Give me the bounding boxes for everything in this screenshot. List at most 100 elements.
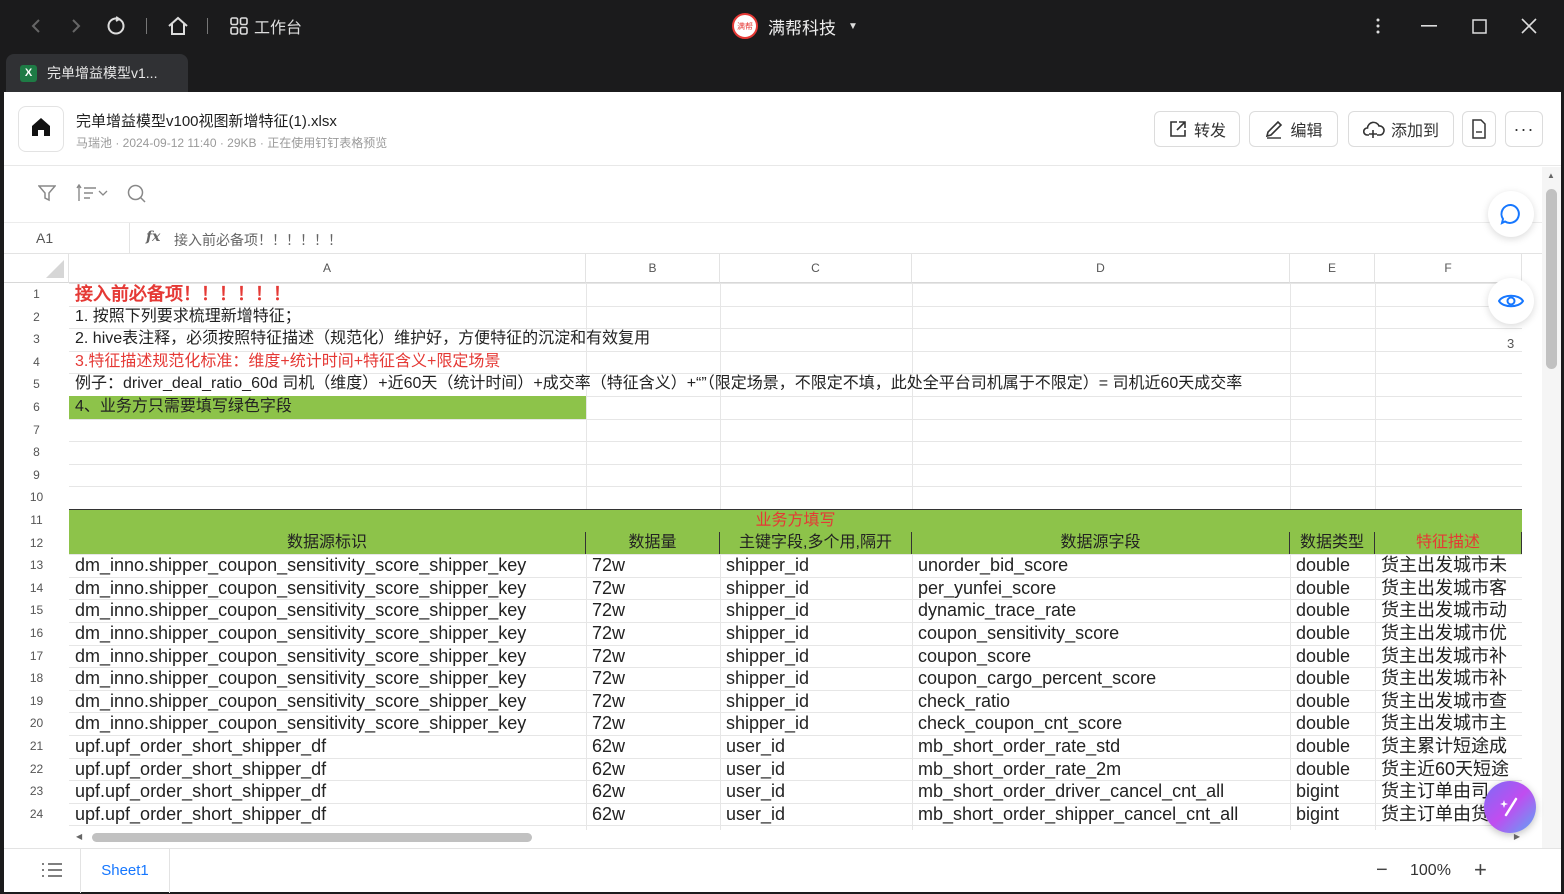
table-cell[interactable]: dm_inno.shipper_coupon_sensitivity_score… (69, 712, 586, 735)
table-cell[interactable]: double (1290, 577, 1375, 600)
filter-icon[interactable] (37, 184, 57, 207)
workbench-button[interactable]: 工作台 (230, 14, 320, 38)
table-cell[interactable]: double (1290, 667, 1375, 690)
row-header[interactable]: 6 (4, 396, 69, 419)
note-line-green[interactable]: 4、业务方只需要填写绿色字段 (69, 396, 586, 419)
search-icon[interactable] (127, 184, 147, 209)
table-cell[interactable]: user_id (720, 735, 912, 758)
table-cell[interactable]: coupon_cargo_percent_score (912, 667, 1290, 690)
table-cell[interactable]: dm_inno.shipper_coupon_sensitivity_score… (69, 690, 586, 713)
note-line[interactable]: 3.特征描述规范化标准：维度+统计时间+特征含义+限定场景 (69, 351, 1522, 374)
row-header[interactable]: 25 (4, 825, 69, 830)
spreadsheet-grid[interactable]: A B C D E F 1 2 3 4 5 6 7 8 9 10 11 12 13 14 15 16 17 18 19 20 21 2… (4, 254, 1522, 830)
table-cell[interactable]: shipper_id (720, 645, 912, 668)
back-icon[interactable] (24, 14, 48, 38)
table-cell[interactable]: 62w (586, 803, 720, 826)
table-header[interactable]: 特征描述 (1375, 531, 1522, 555)
table-cell[interactable]: upf.upf_order_short_shipper_df (69, 735, 586, 758)
table-cell[interactable]: shipper_id (720, 577, 912, 600)
maximize-icon[interactable] (1468, 14, 1490, 38)
table-cell[interactable]: 62w (586, 780, 720, 803)
select-all-corner[interactable] (4, 254, 69, 283)
table-cell[interactable]: mb_short_order_driver_cancel_cnt_all (912, 780, 1290, 803)
row-header[interactable]: 14 (4, 577, 69, 600)
row-header[interactable]: 11 (4, 509, 69, 532)
cell-reference[interactable]: A1 (36, 230, 53, 246)
table-cell[interactable]: 货主出发城市优 (1375, 622, 1522, 645)
table-header[interactable]: 数据类型 (1290, 531, 1375, 555)
table-cell[interactable]: dm_inno.shipper_coupon_sensitivity_score… (69, 577, 586, 600)
table-cell[interactable]: 72w (586, 599, 720, 622)
row-header[interactable]: 1 (4, 283, 69, 306)
table-cell[interactable]: shipper_id (720, 622, 912, 645)
table-cell[interactable]: unorder_bid_score (912, 554, 1290, 577)
row-header[interactable]: 23 (4, 780, 69, 803)
table-cell[interactable]: 72w (586, 577, 720, 600)
table-cell[interactable]: dm_inno.shipper_coupon_sensitivity_score… (69, 554, 586, 577)
table-cell[interactable]: 货主出发城市客 (1375, 577, 1522, 600)
table-cell[interactable]: 62w (586, 758, 720, 781)
sort-icon[interactable] (76, 184, 108, 202)
table-cell[interactable]: shipper_id (720, 599, 912, 622)
scroll-right-icon[interactable]: ▶ (1514, 832, 1520, 841)
row-header[interactable]: 2 (4, 306, 69, 329)
row-header[interactable]: 19 (4, 690, 69, 713)
table-cell[interactable]: double (1290, 622, 1375, 645)
row-header[interactable]: 10 (4, 486, 69, 509)
note-title[interactable]: 接入前必备项！！！！！！ (69, 283, 1522, 306)
table-header[interactable]: 数据源字段 (912, 531, 1290, 555)
row-header[interactable]: 7 (4, 419, 69, 442)
table-cell[interactable]: shipper_id (720, 712, 912, 735)
row-header[interactable]: 20 (4, 712, 69, 735)
scroll-left-icon[interactable]: ◀ (76, 832, 82, 841)
table-cell[interactable]: coupon_score (912, 645, 1290, 668)
tab-workbook[interactable]: X 完单增益模型v1... (6, 54, 188, 92)
row-header[interactable]: 15 (4, 599, 69, 622)
column-header[interactable]: E (1290, 254, 1375, 283)
table-cell[interactable]: double (1290, 554, 1375, 577)
table-cell[interactable]: check_ratio (912, 690, 1290, 713)
table-cell[interactable]: double (1290, 645, 1375, 668)
table-cell[interactable]: user_id (720, 780, 912, 803)
minimize-icon[interactable] (1418, 14, 1440, 38)
edit-button[interactable]: 编辑 (1249, 111, 1338, 147)
table-cell[interactable]: 货主出发城市补 (1375, 645, 1522, 668)
table-cell[interactable]: double (1290, 690, 1375, 713)
note-line[interactable]: 1. 按照下列要求梳理新增特征； (69, 306, 1522, 329)
row-header[interactable]: 5 (4, 373, 69, 396)
table-cell[interactable]: dm_inno.shipper_coupon_sensitivity_score… (69, 645, 586, 668)
column-header[interactable]: C (720, 254, 912, 283)
ai-assistant-button[interactable] (1484, 781, 1536, 833)
row-header[interactable]: 9 (4, 464, 69, 487)
column-header[interactable]: D (912, 254, 1290, 283)
table-cell[interactable]: 货主出发城市动 (1375, 599, 1522, 622)
row-header[interactable]: 22 (4, 758, 69, 781)
table-cell[interactable]: 货主出发城市未 (1375, 554, 1522, 577)
table-cell[interactable]: coupon_sensitivity_score (912, 622, 1290, 645)
row-header[interactable]: 18 (4, 667, 69, 690)
add-to-button[interactable]: 添加到 (1348, 111, 1454, 147)
table-cell[interactable]: shipper_id (720, 667, 912, 690)
horizontal-scroll-thumb[interactable] (92, 833, 532, 842)
sheet-list-icon[interactable] (41, 862, 63, 883)
table-cell[interactable]: dm_inno.shipper_coupon_sensitivity_score… (69, 599, 586, 622)
table-cell[interactable]: per_yunfei_score (912, 577, 1290, 600)
table-cell[interactable]: shipper_id (720, 554, 912, 577)
table-cell[interactable]: 货主累计短途成 (1375, 735, 1522, 758)
table-cell[interactable]: 72w (586, 554, 720, 577)
table-cell[interactable]: double (1290, 712, 1375, 735)
vertical-scrollbar[interactable]: ▲ ▼ (1542, 167, 1561, 892)
table-cell[interactable]: double (1290, 735, 1375, 758)
home-sync-icon[interactable] (166, 14, 190, 38)
row-header[interactable]: 17 (4, 645, 69, 668)
table-cell[interactable]: 货主出发城市查 (1375, 690, 1522, 713)
table-cell[interactable]: double (1290, 758, 1375, 781)
note-line[interactable]: 2. hive表注释，必须按照特征描述（规范化）维护好，方便特征的沉淀和有效复用 (69, 328, 1522, 351)
viewers-button[interactable] (1488, 278, 1534, 324)
note-line[interactable]: 例子：driver_deal_ratio_60d 司机（维度）+近60天（统计时… (69, 373, 1522, 396)
table-cell[interactable]: upf.upf_order_short_shipper_df (69, 780, 586, 803)
table-cell[interactable]: dm_inno.shipper_coupon_sensitivity_score… (69, 622, 586, 645)
refresh-icon[interactable] (104, 14, 128, 38)
column-header[interactable]: F (1375, 254, 1522, 283)
row-header[interactable]: 16 (4, 622, 69, 645)
